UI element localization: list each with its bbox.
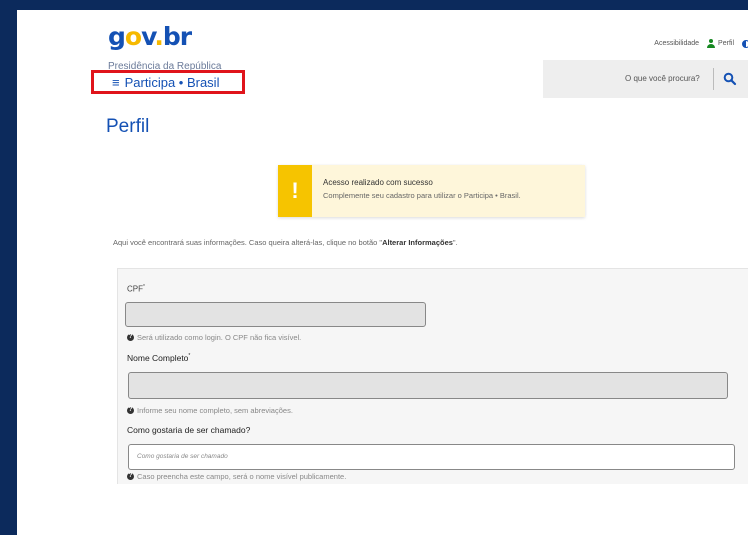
search-bar[interactable]: O que você procura? bbox=[543, 60, 748, 98]
cpf-field[interactable] bbox=[125, 302, 426, 327]
logo-letters-br: br bbox=[162, 22, 192, 51]
question-icon: ? bbox=[127, 473, 134, 480]
accessibility-link[interactable]: Acessibilidade bbox=[654, 40, 699, 47]
exclamation-icon: ! bbox=[278, 165, 312, 217]
alert-message: Complemente seu cadastro para utilizar o… bbox=[323, 191, 521, 200]
success-alert: ! Acesso realizado com sucesso Complemen… bbox=[278, 165, 585, 217]
cpf-hint: ? Será utilizado como login. O CPF não fi… bbox=[127, 333, 302, 342]
nickname-label: Como gostaria de ser chamado? bbox=[127, 425, 251, 435]
logo-letter-o: o bbox=[124, 22, 142, 51]
cpf-label: CPF* bbox=[127, 284, 145, 294]
alert-title: Acesso realizado com sucesso bbox=[323, 178, 433, 187]
info-text: Aqui você encontrará suas informações. C… bbox=[113, 238, 458, 247]
question-icon: ? bbox=[127, 334, 134, 341]
name-hint: ? Informe seu nome completo, sem abreviaç… bbox=[127, 406, 293, 415]
search-icon[interactable] bbox=[723, 72, 737, 86]
name-label: Nome Completo* bbox=[127, 353, 191, 363]
search-input[interactable]: O que você procura? bbox=[625, 74, 700, 83]
info-prefix: Aqui você encontrará suas informações. C… bbox=[113, 238, 383, 247]
page-title: Perfil bbox=[106, 116, 150, 137]
nickname-hint: ? Caso preencha este campo, será o nome v… bbox=[127, 472, 347, 481]
menu-brand-button[interactable]: ≡ Participa • Brasil bbox=[112, 75, 219, 90]
search-divider bbox=[713, 68, 714, 90]
name-field[interactable] bbox=[128, 372, 728, 399]
logo-letter-g: g bbox=[108, 22, 126, 51]
contrast-icon[interactable] bbox=[742, 39, 748, 48]
logo-dot: . bbox=[154, 22, 163, 51]
info-button-ref: Alterar Informações bbox=[382, 238, 453, 247]
nickname-placeholder: Como gostaria de ser chamado bbox=[137, 453, 228, 460]
person-icon bbox=[707, 39, 716, 48]
page: gov.br Presidência da República ≡ Partic… bbox=[17, 10, 748, 535]
top-links: Acessibilidade Perfil bbox=[654, 39, 748, 48]
profile-form: CPF* ? Será utilizado como login. O CPF n… bbox=[117, 268, 748, 484]
brand-title: Participa • Brasil bbox=[124, 75, 220, 90]
logo-letter-v: v bbox=[141, 22, 155, 51]
profile-link[interactable]: Perfil bbox=[718, 40, 734, 47]
govbr-logo[interactable]: gov.br bbox=[108, 22, 192, 51]
nickname-input[interactable]: Como gostaria de ser chamado bbox=[128, 444, 735, 470]
info-suffix: ". bbox=[452, 238, 458, 247]
question-icon: ? bbox=[127, 407, 134, 414]
hamburger-icon: ≡ bbox=[112, 75, 120, 90]
